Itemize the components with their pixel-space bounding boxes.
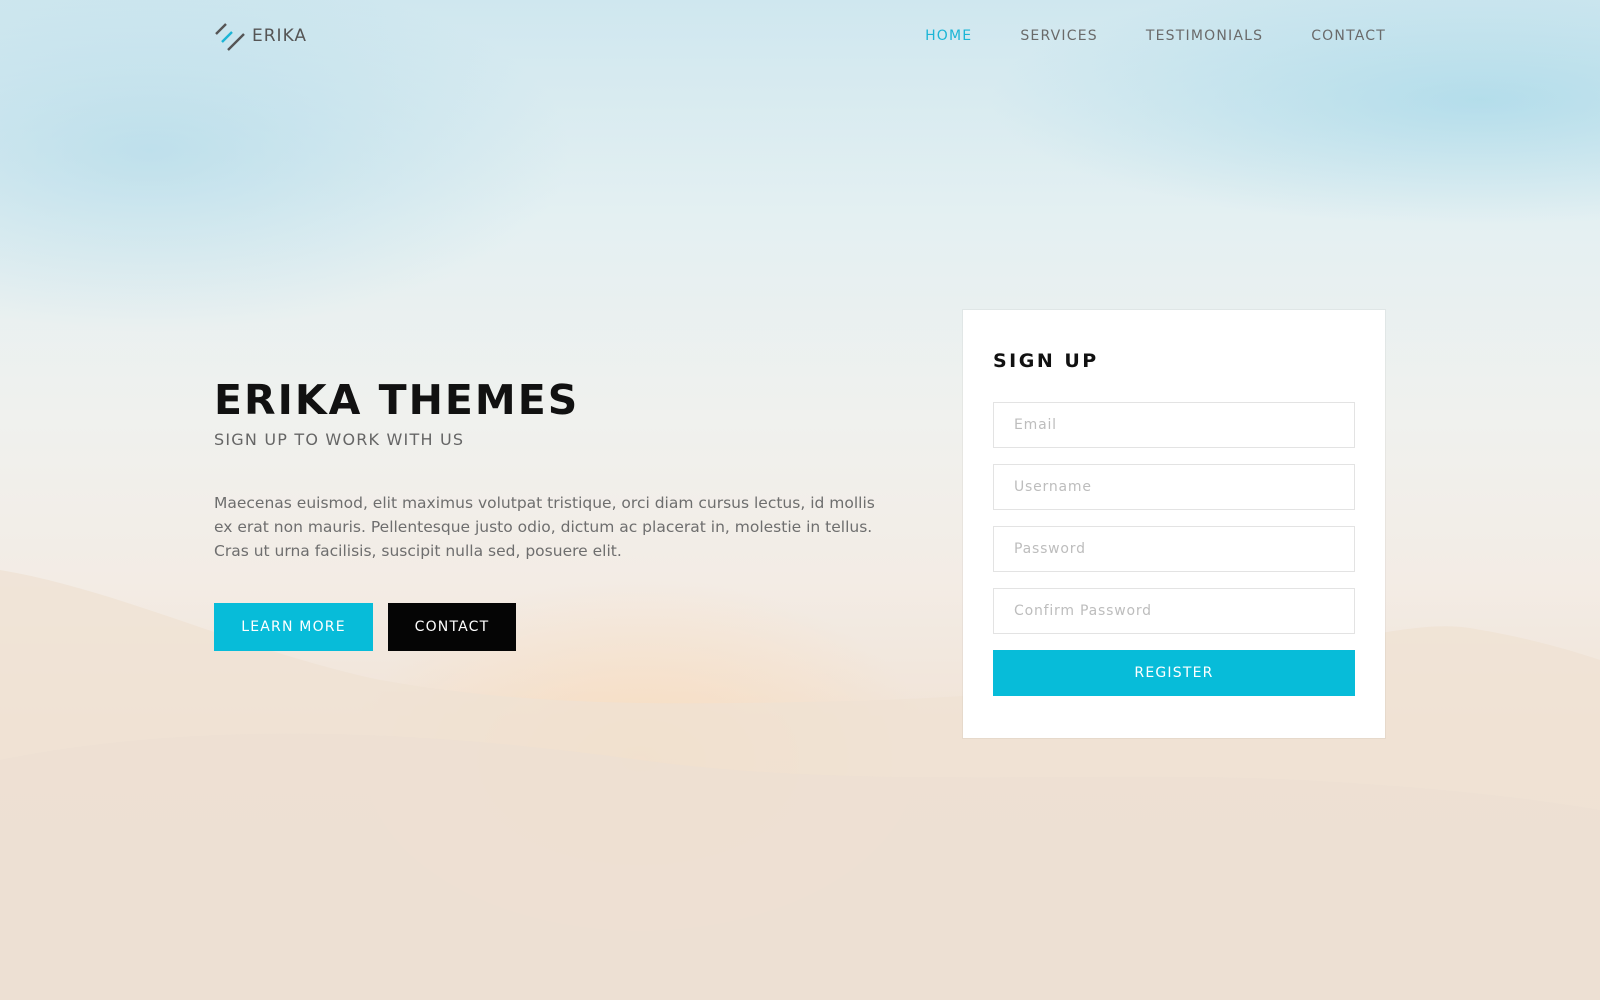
nav-link-testimonials[interactable]: TESTIMONIALS [1146, 28, 1263, 44]
main-menu: HOME SERVICES TESTIMONIALS CONTACT [925, 28, 1386, 44]
register-button[interactable]: REGISTER [993, 650, 1355, 696]
hero-title: ERIKA THEMES [214, 376, 580, 424]
brand-name: ERIKA [252, 26, 308, 46]
signup-title: SIGN UP [993, 350, 1099, 372]
contact-button[interactable]: CONTACT [388, 603, 516, 651]
nav-link-services[interactable]: SERVICES [1020, 28, 1098, 44]
learn-more-button[interactable]: LEARN MORE [214, 603, 373, 651]
brand-logo[interactable]: ERIKA [214, 20, 307, 52]
confirm-password-field[interactable] [993, 588, 1355, 634]
email-field[interactable] [993, 402, 1355, 448]
password-field[interactable] [993, 526, 1355, 572]
hero-buttons: LEARN MORE CONTACT [214, 603, 894, 651]
username-field[interactable] [993, 464, 1355, 510]
hero-section: ERIKA THEMES SIGN UP TO WORK WITH US Mae… [214, 374, 894, 651]
double-slash-logo-icon [215, 23, 245, 51]
nav-link-contact[interactable]: CONTACT [1311, 28, 1386, 44]
signup-form: SIGN UP REGISTER [963, 310, 1385, 738]
hero-subtitle: SIGN UP TO WORK WITH US [214, 430, 465, 449]
hero-description: Maecenas euismod, elit maximus volutpat … [214, 494, 875, 560]
nav-link-home[interactable]: HOME [925, 28, 972, 44]
top-navigation: ERIKA HOME SERVICES TESTIMONIALS CONTACT [214, 20, 1386, 52]
